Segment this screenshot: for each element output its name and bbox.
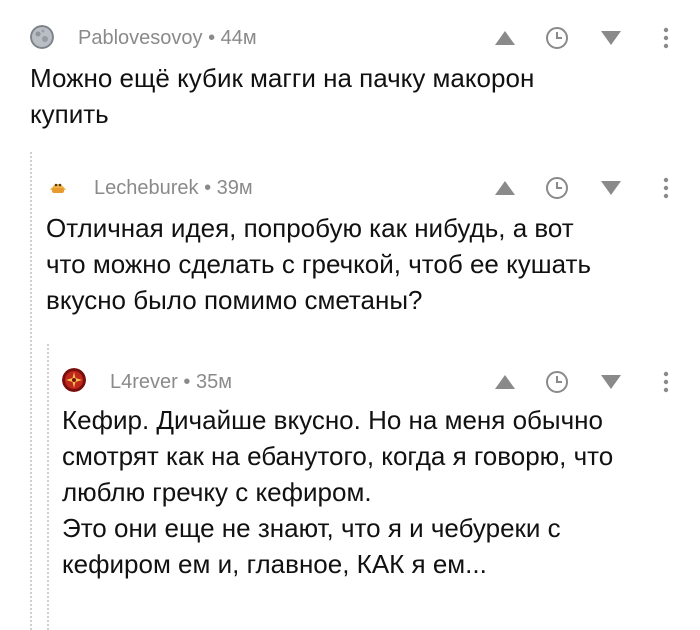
clock-icon [546, 177, 568, 199]
clock-icon [546, 371, 568, 393]
downvote-button[interactable] [598, 174, 624, 202]
username-link[interactable]: Pablovesovoy [78, 27, 203, 49]
separator-dot: • [208, 27, 216, 49]
upvote-button[interactable] [492, 368, 518, 396]
comment-time[interactable]: 44м [221, 27, 257, 49]
downvote-button[interactable] [598, 368, 624, 396]
comment-text: Кефир. Дичайше вкусно. Но на меня обычно… [62, 405, 614, 579]
save-button[interactable] [544, 368, 570, 396]
more-vertical-icon [663, 371, 669, 393]
save-button[interactable] [544, 174, 570, 202]
comment-header: Pablovesovoy • 44м [0, 18, 700, 58]
comment-header: Lecheburek • 39м [0, 168, 700, 208]
upvote-button[interactable] [492, 174, 518, 202]
downvote-button[interactable] [598, 24, 624, 52]
arrow-up-icon [495, 31, 515, 45]
comment-meta: Pablovesovoy • 44м [78, 26, 257, 50]
more-button[interactable] [660, 174, 672, 202]
comment-header: L4rever • 35м [0, 360, 700, 400]
username-link[interactable]: Lecheburek [94, 177, 199, 199]
comment-time[interactable]: 35м [196, 371, 232, 393]
upvote-button[interactable] [492, 24, 518, 52]
moon-avatar[interactable] [30, 25, 54, 49]
arrow-up-icon [495, 181, 515, 195]
comment-meta: L4rever • 35м [110, 370, 232, 394]
more-button[interactable] [660, 24, 672, 52]
more-button[interactable] [660, 368, 672, 396]
red-emblem-avatar[interactable] [62, 368, 86, 392]
comment-l4rever: L4rever • 35м Кефир. Дичайше вкусно. Но … [0, 340, 700, 630]
more-vertical-icon [663, 27, 669, 49]
clock-icon [546, 27, 568, 49]
comment-text: Можно ещё кубик магги на пачку макорон к… [30, 63, 535, 129]
comment-actions [492, 368, 682, 396]
comment-pablovesovoy: Pablovesovoy • 44м Можно ещё кубик магги… [0, 0, 700, 150]
comment-lecheburek: Lecheburek • 39м Отличная идея, попробую… [0, 150, 700, 340]
arrow-down-icon [601, 375, 621, 389]
separator-dot: • [204, 177, 212, 199]
comment-text: Отличная идея, попробую как нибудь, а во… [46, 213, 591, 315]
arrow-down-icon [601, 181, 621, 195]
cartoon-avatar[interactable] [46, 174, 70, 198]
more-vertical-icon [663, 177, 669, 199]
save-button[interactable] [544, 24, 570, 52]
arrow-up-icon [495, 375, 515, 389]
comment-actions [492, 174, 682, 202]
comment-actions [492, 24, 682, 52]
comment-meta: Lecheburek • 39м [94, 176, 253, 200]
comment-time[interactable]: 39м [217, 177, 253, 199]
separator-dot: • [183, 371, 191, 393]
username-link[interactable]: L4rever [110, 371, 178, 393]
arrow-down-icon [601, 31, 621, 45]
